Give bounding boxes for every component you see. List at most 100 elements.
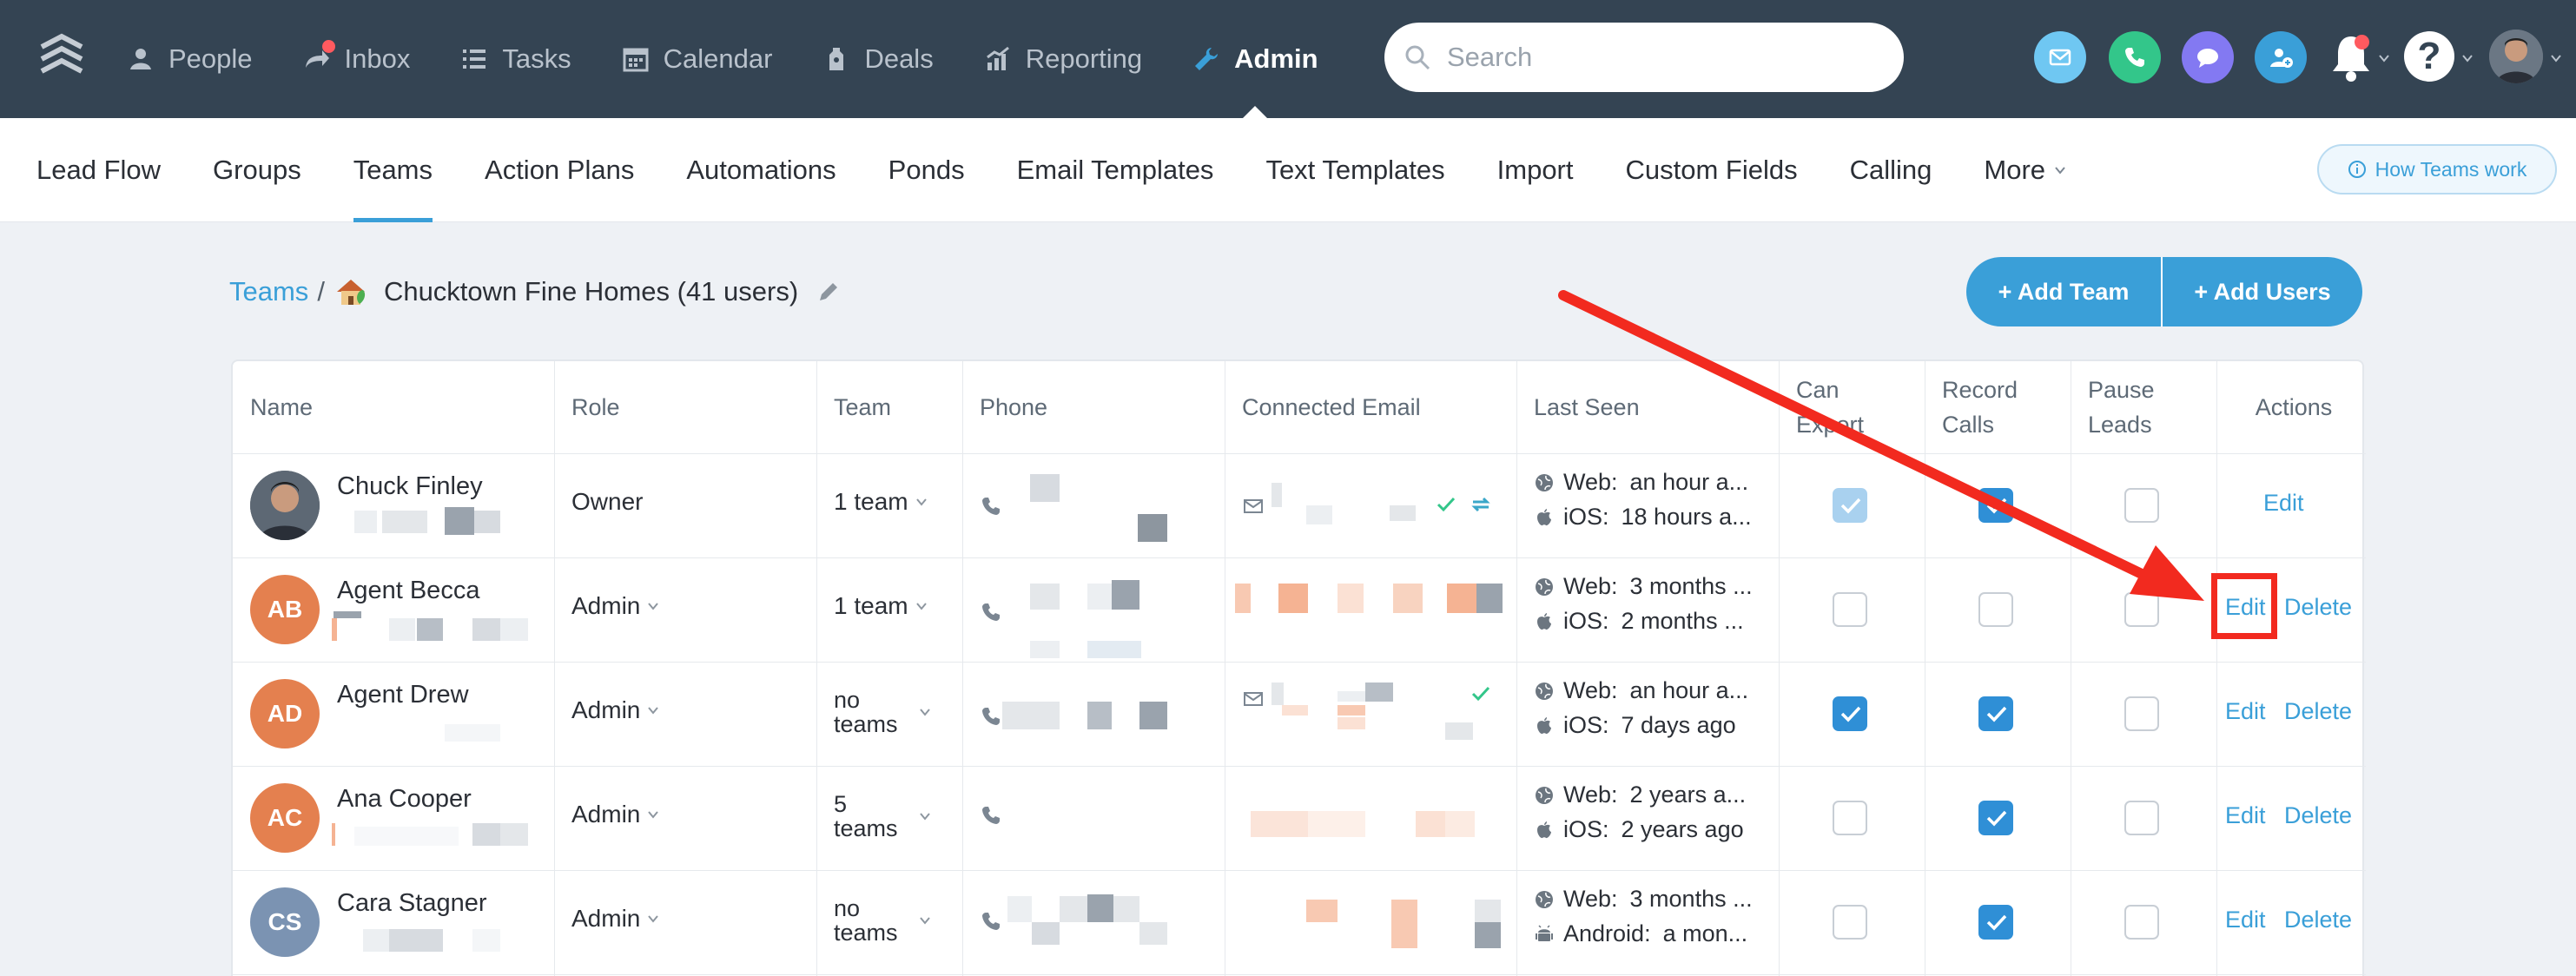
can-export-checkbox[interactable] [1833, 801, 1867, 835]
role-dropdown[interactable]: Admin [571, 592, 659, 620]
table-row[interactable]: Chuck Finley Owner 1 team Web: an hour a.… [233, 453, 2366, 557]
nav-inbox[interactable]: Inbox [303, 0, 410, 118]
delete-link[interactable]: Delete [2284, 594, 2352, 621]
subnav-calling[interactable]: Calling [1850, 118, 1932, 222]
header-phone: Phone [980, 394, 1048, 420]
can-export-checkbox[interactable] [1833, 592, 1867, 627]
nav-people[interactable]: People [127, 0, 253, 118]
add-person-quick-button[interactable] [2255, 31, 2307, 83]
nav-calendar[interactable]: Calendar [622, 0, 772, 118]
help-icon[interactable]: ? [2404, 31, 2454, 82]
user-name[interactable]: Chuck Finley [337, 472, 483, 501]
text-quick-button[interactable] [2182, 31, 2234, 83]
nav-admin[interactable]: Admin [1192, 0, 1318, 118]
header-line: Calls [1942, 412, 1995, 438]
last-seen-value: an hour a... [1629, 677, 1749, 703]
pause-leads-checkbox[interactable] [2124, 488, 2159, 523]
pause-leads-checkbox[interactable] [2124, 592, 2159, 627]
active-caret [1243, 106, 1268, 118]
role-dropdown[interactable]: Admin [571, 905, 659, 933]
delete-link[interactable]: Delete [2284, 698, 2352, 725]
edit-link[interactable]: Edit [2225, 802, 2266, 829]
chevron-down-icon [2055, 167, 2065, 175]
record-calls-checkbox[interactable] [1978, 801, 2013, 835]
team-dropdown[interactable]: no teams [834, 688, 947, 736]
subnav-email-templates[interactable]: Email Templates [1017, 118, 1214, 222]
pause-leads-checkbox[interactable] [2124, 696, 2159, 731]
team-label: 1 team [834, 592, 908, 619]
inbox-notification-dot [321, 40, 335, 53]
breadcrumb: Teams / Chucktown Fine Homes (41 users) [229, 273, 842, 311]
user-avatar[interactable] [2489, 30, 2543, 83]
subnav-action-plans[interactable]: Action Plans [485, 118, 634, 222]
pause-leads-checkbox[interactable] [2124, 905, 2159, 940]
table-row[interactable]: CS Cara Stagner Admin no teams Web: 3 mon… [233, 870, 2366, 974]
header-pause-leads: Pause Leads [2088, 361, 2155, 453]
subnav-import[interactable]: Import [1497, 118, 1574, 222]
edit-link[interactable]: Edit [2263, 490, 2304, 517]
sync-icon [1471, 497, 1490, 512]
team-dropdown[interactable]: 5 teams [834, 792, 947, 841]
how-teams-work-label: How Teams work [2375, 157, 2527, 181]
add-users-button[interactable]: + Add Users [2163, 257, 2362, 326]
subnav-lead-flow[interactable]: Lead Flow [36, 118, 161, 222]
role-dropdown[interactable]: Admin [571, 696, 659, 724]
nav-reporting[interactable]: Reporting [984, 0, 1142, 118]
chevron-down-icon[interactable] [2550, 52, 2562, 64]
user-name[interactable]: Ana Cooper [337, 785, 472, 814]
header-role: Role [571, 394, 620, 420]
call-quick-button[interactable] [2109, 31, 2161, 83]
table-row[interactable]: AC Ana Cooper Admin 5 teams Web: 2 years … [233, 766, 2366, 870]
nav-deals[interactable]: Deals [822, 0, 934, 118]
record-calls-checkbox[interactable] [1978, 905, 2013, 940]
can-export-checkbox[interactable] [1833, 696, 1867, 731]
record-calls-checkbox[interactable] [1978, 696, 2013, 731]
header-name: Name [250, 394, 314, 420]
table-row[interactable]: AB Agent Becca Admin 1 team Web: 3 months… [233, 557, 2366, 662]
can-export-checkbox[interactable] [1833, 905, 1867, 940]
email-quick-button[interactable] [2034, 31, 2086, 83]
record-calls-checkbox[interactable] [1978, 488, 2013, 523]
chevron-down-icon[interactable] [2461, 52, 2474, 64]
breadcrumb-teams-link[interactable]: Teams [229, 276, 308, 307]
subnav-text-templates[interactable]: Text Templates [1265, 118, 1444, 222]
calendar-icon [623, 48, 649, 72]
subnav-groups[interactable]: Groups [213, 118, 301, 222]
subnav-custom-fields[interactable]: Custom Fields [1626, 118, 1798, 222]
people-icon [130, 49, 151, 69]
role-label: Owner [571, 488, 644, 515]
record-calls-checkbox[interactable] [1978, 592, 2013, 627]
subnav-teams[interactable]: Teams [353, 118, 433, 222]
edit-link[interactable]: Edit [2225, 698, 2266, 725]
delete-link[interactable]: Delete [2284, 802, 2352, 829]
add-person-icon [2270, 49, 2293, 68]
user-name[interactable]: Agent Becca [337, 577, 479, 605]
delete-link[interactable]: Delete [2284, 907, 2352, 933]
team-dropdown[interactable]: no teams [834, 896, 947, 945]
subnav-ponds[interactable]: Ponds [888, 118, 965, 222]
phone-icon [982, 498, 1000, 515]
search-input[interactable] [1447, 42, 1881, 73]
last-seen-web: Web: 2 years a... [1534, 781, 1746, 808]
team-label: 5 teams [834, 791, 898, 841]
platform-label: Web: [1563, 886, 1618, 912]
add-team-button[interactable]: + Add Team [1966, 257, 2163, 326]
team-dropdown[interactable]: 1 team [834, 592, 928, 620]
user-name[interactable]: Cara Stagner [337, 889, 487, 918]
chevron-down-icon[interactable] [2378, 52, 2390, 64]
pause-leads-checkbox[interactable] [2124, 801, 2159, 835]
can-export-checkbox[interactable] [1833, 488, 1867, 523]
user-name[interactable]: Agent Drew [337, 681, 469, 709]
logo-icon[interactable] [38, 31, 85, 83]
subnav-more[interactable]: More [1984, 118, 2066, 222]
table-row[interactable]: AD Agent Drew Admin no teams Web: an hour… [233, 662, 2366, 766]
nav-label: Deals [864, 43, 934, 74]
nav-tasks[interactable]: Tasks [460, 0, 571, 118]
subnav-automations[interactable]: Automations [686, 118, 836, 222]
edit-link[interactable]: Edit [2225, 907, 2266, 933]
role-dropdown[interactable]: Admin [571, 801, 659, 828]
team-dropdown[interactable]: 1 team [834, 488, 928, 516]
search-box[interactable] [1384, 23, 1904, 92]
how-teams-work-button[interactable]: How Teams work [2317, 144, 2557, 195]
pencil-icon[interactable] [816, 279, 842, 305]
